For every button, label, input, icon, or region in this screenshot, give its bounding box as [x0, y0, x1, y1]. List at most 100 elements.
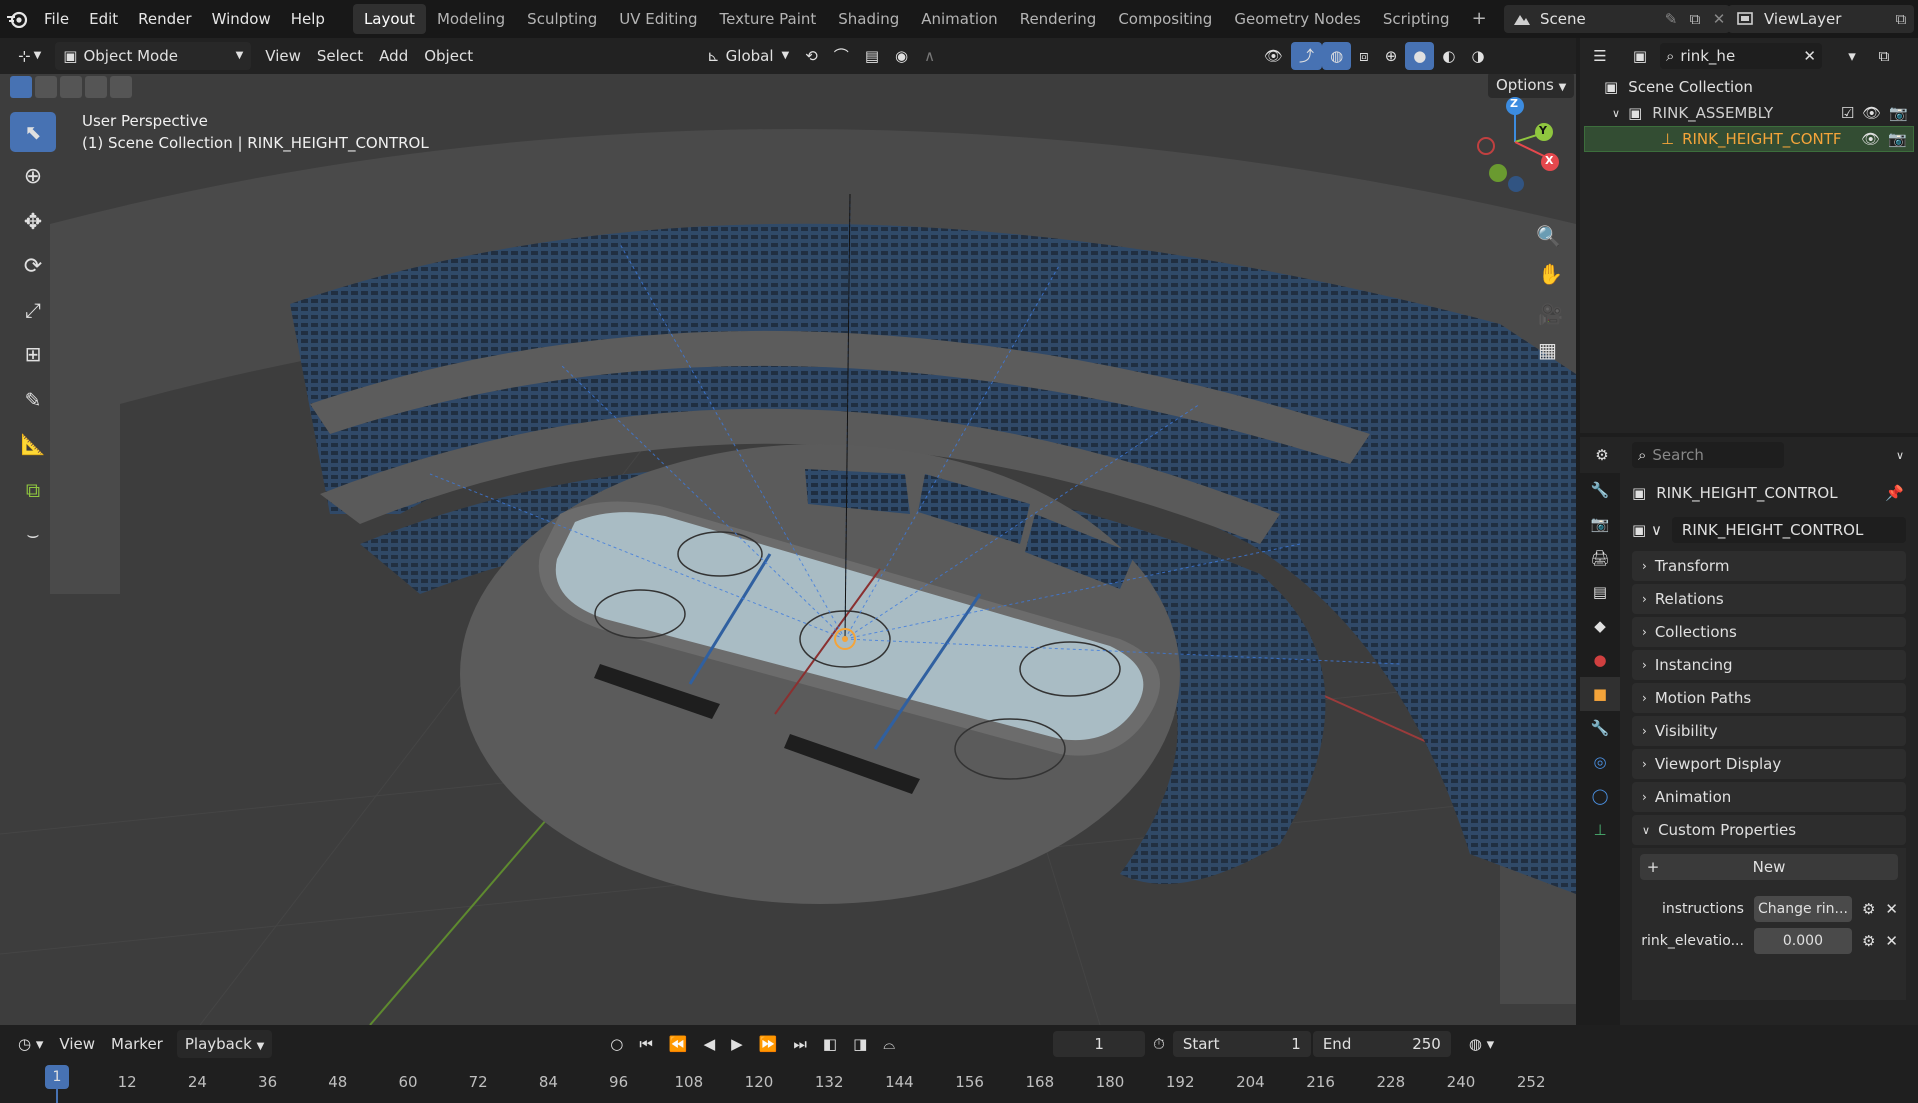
- timeline-editor-icon[interactable]: ◷ ▾: [10, 1030, 51, 1058]
- filter-icon[interactable]: ▾: [1832, 47, 1872, 65]
- overlay-icon[interactable]: ◍: [1322, 42, 1352, 70]
- outliner-item-rink-assembly[interactable]: ∨ ▣ RINK_ASSEMBLY ☑ 👁 📷: [1580, 100, 1918, 126]
- section-collections[interactable]: › Collections: [1632, 617, 1906, 647]
- pin-icon[interactable]: ✎: [1660, 5, 1682, 33]
- outliner-editor-icon[interactable]: ☰: [1580, 47, 1620, 65]
- snap-target-icon[interactable]: ▤: [857, 42, 887, 70]
- tab-scripting[interactable]: Scripting: [1372, 4, 1461, 34]
- play-icon[interactable]: ▶: [723, 1030, 751, 1058]
- select-invert-icon[interactable]: [85, 76, 107, 98]
- move-tool[interactable]: ✥: [10, 202, 56, 242]
- checkbox-icon[interactable]: ☑: [1841, 104, 1854, 122]
- menu-add[interactable]: Add: [371, 42, 416, 70]
- rotate-tool[interactable]: ⟳: [10, 246, 56, 286]
- chevron-down-icon[interactable]: ∨: [1896, 449, 1904, 462]
- end-frame-field[interactable]: End 250: [1312, 1031, 1451, 1057]
- add-cube-tool[interactable]: ⧉: [10, 470, 56, 510]
- display-mode-icon[interactable]: ▣: [1620, 47, 1660, 65]
- scene-tab-icon[interactable]: ◆: [1580, 609, 1620, 643]
- measure-tool[interactable]: 📐: [10, 424, 56, 464]
- tab-animation[interactable]: Animation: [910, 4, 1008, 34]
- zoom-icon[interactable]: 🔍: [1536, 224, 1561, 248]
- object-browse-icon[interactable]: ▣ ∨: [1632, 521, 1662, 539]
- jump-start-icon[interactable]: ⏮: [631, 1030, 661, 1058]
- new-scene-icon[interactable]: ⧉: [1682, 5, 1708, 33]
- camera-icon[interactable]: 📷: [1888, 130, 1907, 148]
- menu-render[interactable]: Render: [128, 0, 201, 38]
- output-tab-icon[interactable]: 🖨: [1580, 541, 1620, 575]
- property-value-field[interactable]: Change rin...: [1753, 896, 1852, 922]
- keying-set-icon[interactable]: ⌓: [875, 1030, 903, 1058]
- timeline-overlay-icon[interactable]: ◍ ▾: [1461, 1030, 1502, 1058]
- select-intersect-icon[interactable]: [110, 76, 132, 98]
- tab-compositing[interactable]: Compositing: [1107, 4, 1223, 34]
- gear-icon[interactable]: ⚙: [1862, 900, 1875, 918]
- tab-geometry-nodes[interactable]: Geometry Nodes: [1223, 4, 1372, 34]
- auto-keying-icon[interactable]: ○: [602, 1030, 631, 1058]
- section-instancing[interactable]: › Instancing: [1632, 650, 1906, 680]
- current-frame-field[interactable]: 1: [1053, 1031, 1146, 1057]
- eye-icon[interactable]: 👁: [1862, 104, 1881, 122]
- select-extend-icon[interactable]: [35, 76, 57, 98]
- world-tab-icon[interactable]: ●: [1580, 643, 1620, 677]
- annotate-tool[interactable]: ✎: [10, 380, 56, 420]
- scale-tool[interactable]: ⤢: [10, 290, 56, 330]
- play-reverse-icon[interactable]: ◀: [696, 1030, 724, 1058]
- viewlayer-selector[interactable]: ViewLayer ⧉: [1728, 5, 1914, 33]
- solid-shading-icon[interactable]: ●: [1405, 42, 1435, 70]
- tool-tab-icon[interactable]: 🔧: [1580, 473, 1620, 507]
- editor-type-button[interactable]: ⊹ ▼: [10, 42, 49, 70]
- menu-help[interactable]: Help: [281, 0, 335, 38]
- tab-shading[interactable]: Shading: [827, 4, 910, 34]
- next-marker-icon[interactable]: ◨: [845, 1030, 875, 1058]
- delete-scene-icon[interactable]: ✕: [1708, 5, 1730, 33]
- xray-icon[interactable]: ⧈: [1351, 42, 1377, 70]
- section-custom-properties[interactable]: ∨ Custom Properties: [1632, 815, 1906, 845]
- tab-modeling[interactable]: Modeling: [426, 4, 516, 34]
- pin-icon[interactable]: 📌: [1885, 484, 1904, 502]
- view-layer-tab-icon[interactable]: ▤: [1580, 575, 1620, 609]
- 3d-viewport[interactable]: User Perspective (1) Scene Collection | …: [0, 74, 1576, 1025]
- rendered-shading-icon[interactable]: ◑: [1463, 42, 1492, 70]
- gizmo-icon[interactable]: ⤴: [1291, 42, 1323, 70]
- mode-dropdown[interactable]: ▣ Object Mode ▼: [55, 42, 252, 70]
- tab-texture-paint[interactable]: Texture Paint: [708, 4, 827, 34]
- menu-object[interactable]: Object: [416, 42, 481, 70]
- section-visibility[interactable]: › Visibility: [1632, 716, 1906, 746]
- property-value-field[interactable]: 0.000: [1753, 928, 1852, 954]
- snap-icon[interactable]: ⌒: [826, 42, 857, 70]
- clear-search-icon[interactable]: ✕: [1803, 47, 1816, 65]
- tab-uv-editing[interactable]: UV Editing: [608, 4, 708, 34]
- tab-layout[interactable]: Layout: [352, 4, 426, 34]
- material-shading-icon[interactable]: ◐: [1434, 42, 1463, 70]
- object-tab-icon[interactable]: ■: [1580, 677, 1620, 711]
- orientation-dropdown[interactable]: ⊾ Global ▼: [699, 42, 797, 70]
- prev-keyframe-icon[interactable]: ⏪: [661, 1030, 696, 1058]
- tab-rendering[interactable]: Rendering: [1009, 4, 1108, 34]
- new-property-button[interactable]: + New: [1640, 854, 1898, 880]
- select-new-icon[interactable]: [10, 76, 32, 98]
- timeline-menu-view[interactable]: View: [51, 1030, 103, 1058]
- modifier-tab-icon[interactable]: 🔧: [1580, 711, 1620, 745]
- scene-selector[interactable]: Scene ✎ ⧉ ✕: [1504, 5, 1730, 33]
- menu-view[interactable]: View: [257, 42, 309, 70]
- navigation-gizmo[interactable]: Z Y X: [1470, 94, 1560, 194]
- wireframe-shading-icon[interactable]: ⊕: [1377, 42, 1406, 70]
- camera-view-icon[interactable]: 🎥: [1538, 302, 1563, 326]
- menu-select[interactable]: Select: [309, 42, 371, 70]
- cursor-tool[interactable]: ⊕: [10, 156, 56, 196]
- section-animation[interactable]: › Animation: [1632, 782, 1906, 812]
- transform-tool[interactable]: ⊞: [10, 334, 56, 374]
- outliner-item-rink-height-control[interactable]: ⊥ RINK_HEIGHT_CONTF 👁 📷: [1584, 126, 1914, 152]
- visibility-icon[interactable]: 👁: [1256, 42, 1291, 70]
- menu-edit[interactable]: Edit: [79, 0, 128, 38]
- blender-logo-icon[interactable]: [0, 0, 34, 38]
- start-frame-field[interactable]: Start 1: [1172, 1031, 1311, 1057]
- close-icon[interactable]: ✕: [1885, 900, 1898, 918]
- outliner-item-scene-collection[interactable]: ▣ Scene Collection: [1580, 74, 1918, 100]
- render-tab-icon[interactable]: 📷: [1580, 507, 1620, 541]
- section-motion-paths[interactable]: › Motion Paths: [1632, 683, 1906, 713]
- menu-window[interactable]: Window: [202, 0, 281, 38]
- object-name-field[interactable]: RINK_HEIGHT_CONTROL: [1671, 517, 1906, 543]
- add-workspace-button[interactable]: +: [1461, 4, 1498, 34]
